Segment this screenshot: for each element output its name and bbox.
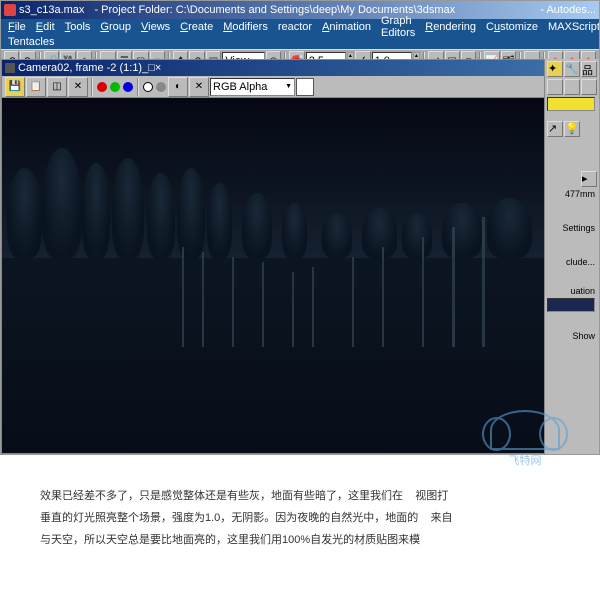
menu-tentacles[interactable]: Tentacles — [3, 36, 59, 48]
render-window: Camera02, frame -2 (1:1) _ □ × 💾 📋 ◫ ✕ ◐… — [1, 59, 546, 454]
menu-modifiers[interactable]: Modifiers — [218, 21, 273, 33]
color-swatch-navy[interactable] — [547, 298, 595, 312]
title-filename: s3_c13a.max — [19, 4, 84, 16]
clear-alpha-button[interactable]: ✕ — [189, 77, 209, 97]
menu-reactor[interactable]: reactor — [273, 21, 317, 33]
watermark-text: 飞特网 — [480, 452, 570, 468]
menu-tools[interactable]: Tools — [60, 21, 96, 33]
menu-bar-2: Tentacles — [1, 35, 599, 49]
settings-label[interactable]: Settings — [547, 223, 597, 233]
panel-btn-3[interactable] — [581, 79, 597, 95]
modify-tab[interactable]: 🔧 — [564, 61, 580, 77]
watermark: 飞特网 — [480, 410, 570, 470]
mono-channel-dot[interactable] — [143, 82, 153, 92]
color-swatch[interactable] — [296, 78, 314, 96]
alpha-channel-dot[interactable] — [156, 82, 166, 92]
toggle-button[interactable]: ◐ — [168, 77, 188, 97]
panel-btn-2[interactable] — [564, 79, 580, 95]
copy-button[interactable]: 📋 — [26, 77, 46, 97]
close-button[interactable]: × — [155, 62, 161, 74]
color-swatch-yellow[interactable] — [547, 97, 595, 111]
green-channel-dot[interactable] — [110, 82, 120, 92]
clone-button[interactable]: ◫ — [47, 77, 67, 97]
red-channel-dot[interactable] — [97, 82, 107, 92]
rollout-toggle[interactable]: ▸ — [581, 171, 597, 187]
clear-button[interactable]: ✕ — [68, 77, 88, 97]
render-window-title: Camera02, frame -2 (1:1) _ □ × — [2, 60, 545, 76]
exclude-label[interactable]: clude... — [547, 257, 597, 267]
picker-button[interactable]: ↗ — [547, 121, 563, 137]
blue-channel-dot[interactable] — [123, 82, 133, 92]
menu-create[interactable]: Create — [175, 21, 218, 33]
menu-graph[interactable]: Graph Editors — [376, 15, 420, 39]
title-bar: s3_c13a.max - Project Folder: C:\Documen… — [1, 1, 599, 19]
menu-edit[interactable]: Edit — [31, 21, 60, 33]
menu-group[interactable]: Group — [95, 21, 136, 33]
menu-bar: File Edit Tools Group Views Create Modif… — [1, 19, 599, 35]
render-viewport[interactable] — [2, 98, 545, 453]
menu-animation[interactable]: Animation — [317, 21, 376, 33]
channel-dropdown[interactable]: RGB Alpha▼ — [210, 78, 295, 96]
render-icon — [5, 63, 15, 73]
hierarchy-tab[interactable]: 品 — [581, 61, 597, 77]
maximize-button[interactable]: □ — [148, 62, 155, 74]
article-text: 效果已经差不多了，只是感觉整体还是有些灰，地面有些暗了，这里我们在 视图打 垂直… — [0, 455, 600, 581]
create-tab[interactable]: ✦ — [547, 61, 563, 77]
light-button[interactable]: 💡 — [564, 121, 580, 137]
measure-label: 477mm — [547, 189, 597, 199]
uation-label: uation — [547, 286, 597, 296]
save-image-button[interactable]: 💾 — [5, 77, 25, 97]
render-toolbar: 💾 📋 ◫ ✕ ◐ ✕ RGB Alpha▼ — [2, 76, 545, 98]
command-panel: ✦ 🔧 品 ↗ 💡 ▸ 477mm Settings clude... uati… — [544, 59, 599, 454]
show-label: Show — [547, 331, 597, 341]
menu-file[interactable]: File — [3, 21, 31, 33]
menu-maxscript[interactable]: MAXScript — [543, 21, 600, 33]
app-icon — [4, 4, 16, 16]
menu-rendering[interactable]: Rendering — [420, 21, 481, 33]
panel-btn-1[interactable] — [547, 79, 563, 95]
menu-views[interactable]: Views — [136, 21, 175, 33]
title-app: - Autodes... — [540, 4, 596, 16]
menu-customize[interactable]: Customize — [481, 21, 543, 33]
